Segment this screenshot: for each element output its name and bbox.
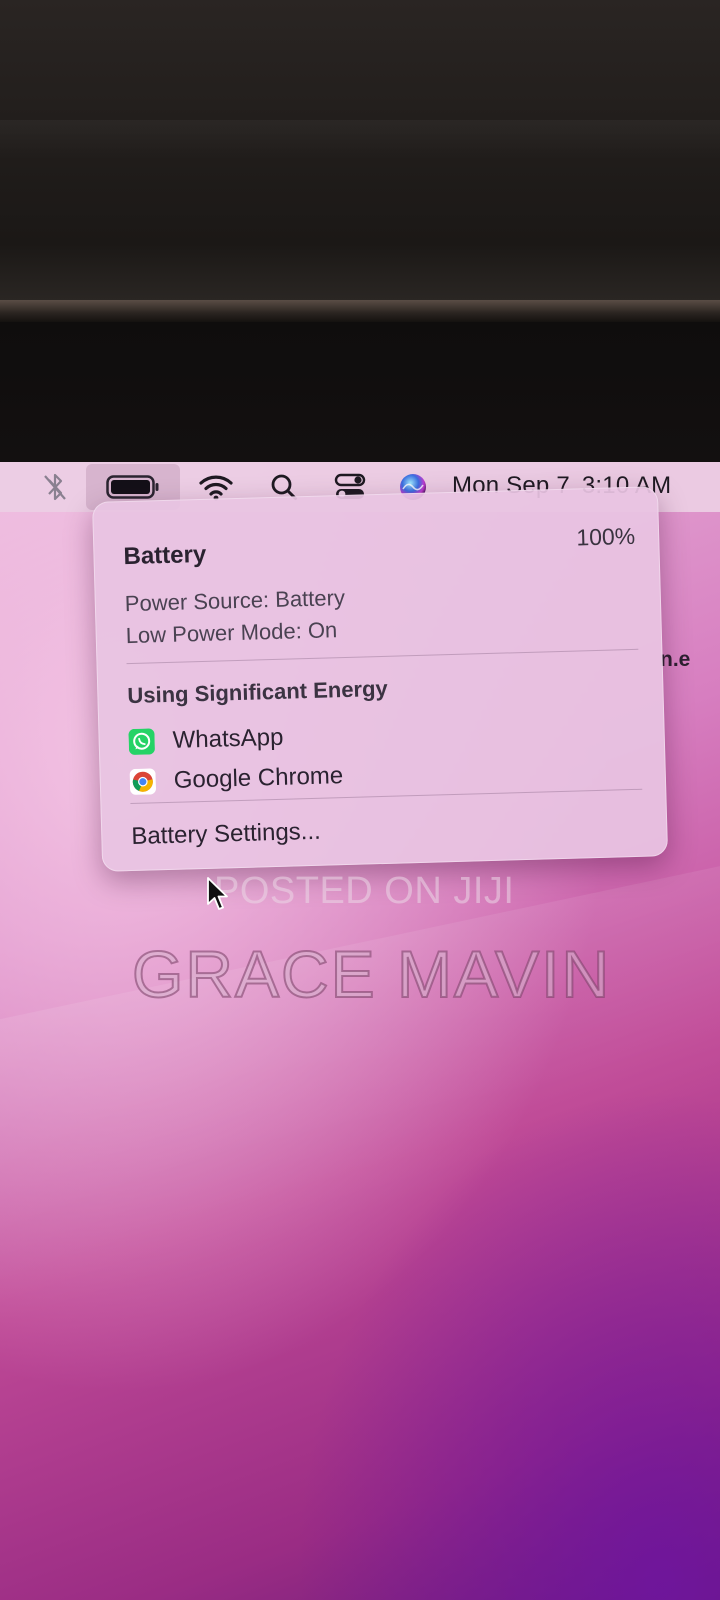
laptop-bezel (0, 322, 720, 462)
desktop-screen: n.e Mon Sep 7 3:10 AM Battery 100% Power… (0, 462, 720, 1600)
watermark-posted: POSTED ON JIJI (214, 870, 515, 912)
battery-percentage: 100% (575, 522, 636, 551)
laptop-bezel-edge (0, 300, 720, 322)
battery-menu-title: Battery (123, 540, 207, 571)
menu-divider (126, 648, 639, 665)
whatsapp-icon (128, 728, 155, 755)
power-source-status: Power Source: Battery (124, 584, 346, 617)
watermark-name: GRACE MAVIN (131, 936, 612, 1012)
chrome-icon (129, 768, 157, 795)
mouse-cursor-icon (207, 877, 228, 910)
low-power-mode-status: Low Power Mode: On (125, 617, 338, 649)
photo-background (0, 0, 720, 305)
background-window-text: n.e (660, 648, 691, 671)
app-name: WhatsApp (172, 723, 284, 754)
energy-app-chrome[interactable]: Google Chrome (129, 759, 344, 799)
bluetooth-off-icon[interactable] (38, 470, 72, 504)
battery-dropdown-menu: Battery 100% Power Source: Battery Low P… (92, 486, 669, 872)
significant-energy-heading: Using Significant Energy (127, 675, 389, 709)
energy-app-whatsapp[interactable]: WhatsApp (128, 721, 284, 759)
app-name: Google Chrome (173, 762, 344, 794)
battery-settings-menu-item[interactable]: Battery Settings... (131, 818, 321, 851)
battery-icon (106, 475, 159, 499)
